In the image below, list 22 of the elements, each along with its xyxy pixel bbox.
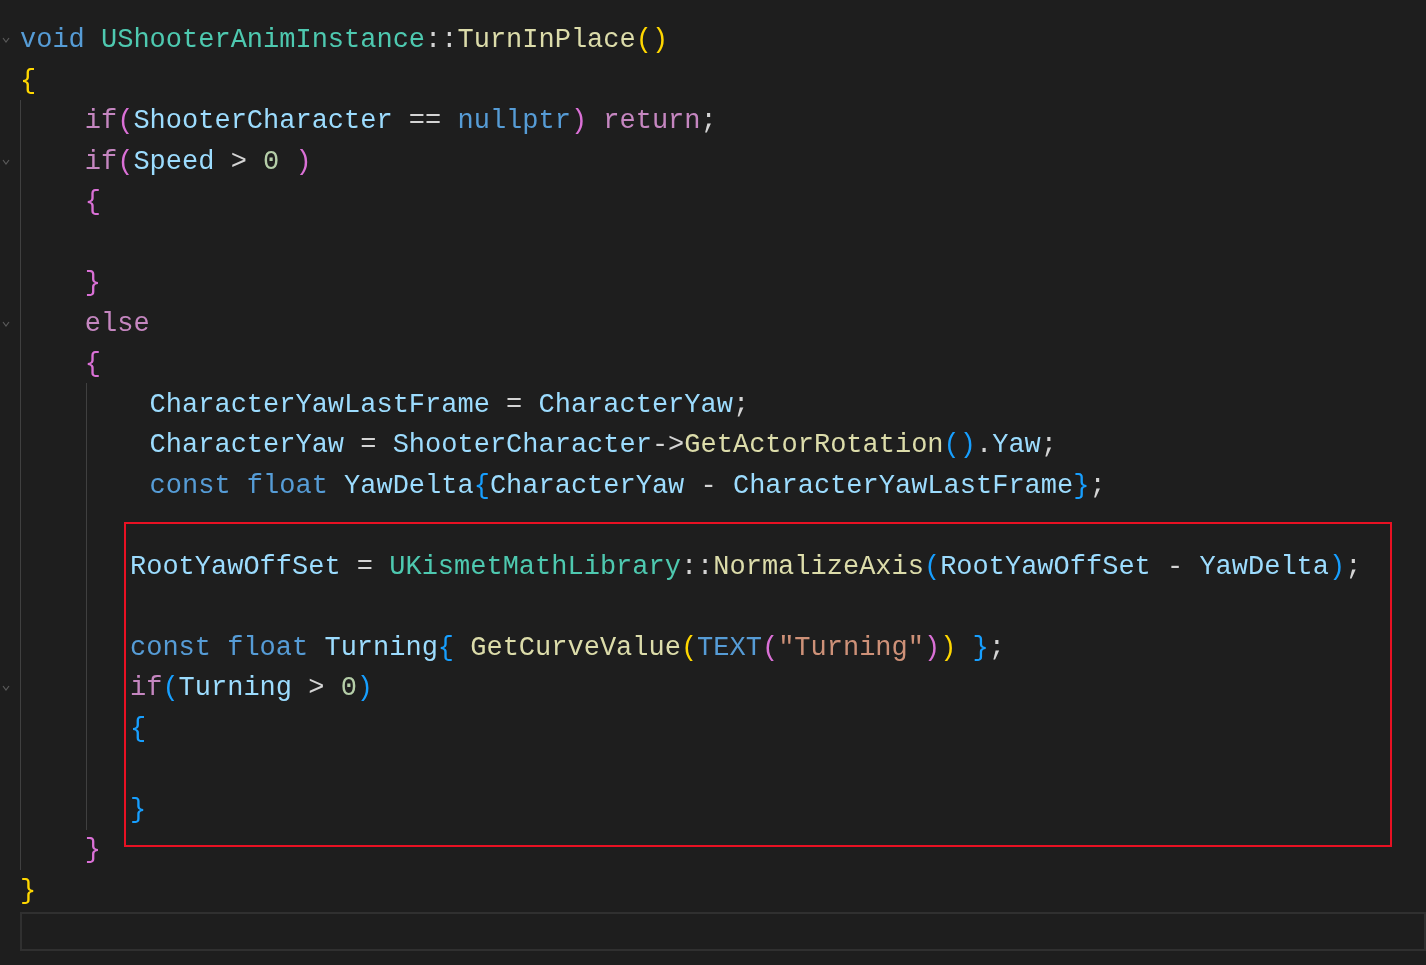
code-line: CharacterYawLastFrame = CharacterYaw;	[148, 388, 750, 422]
code-line: {	[20, 64, 37, 98]
code-line: {	[130, 712, 147, 746]
fold-chevron-icon[interactable]	[2, 319, 10, 328]
code-line: RootYawOffSet = UKismetMathLibrary::NormalizeAxis(RootYawOffSet - YawDelta);	[130, 550, 1362, 584]
code-line: }	[130, 793, 147, 827]
code-line: }	[83, 834, 101, 867]
code-line: void UShooterAnimInstance::TurnInPlace()	[20, 24, 669, 57]
code-line: if(Turning > 0)	[130, 672, 374, 705]
code-line: if(ShooterCharacter == nullptr) return;	[83, 105, 717, 138]
code-line: }	[83, 267, 101, 300]
fold-chevron-icon[interactable]	[2, 36, 10, 44]
fold-chevron-icon[interactable]	[2, 157, 10, 166]
code-line: if(Speed > 0 )	[83, 145, 312, 179]
fold-chevron-icon[interactable]	[2, 684, 10, 692]
code-line: CharacterYaw = ShooterCharacter->GetActorRotation().Yaw;	[148, 429, 1057, 462]
code-line: else	[83, 307, 150, 341]
code-line: }	[20, 874, 37, 908]
code-line: {	[83, 348, 101, 381]
code-line: {	[83, 186, 101, 219]
code-line: const float Turning{ GetCurveValue(TEXT("Turning")) };	[130, 631, 1005, 665]
code-line: const float YawDelta{CharacterYaw - CharacterYawLastFrame};	[148, 469, 1106, 503]
